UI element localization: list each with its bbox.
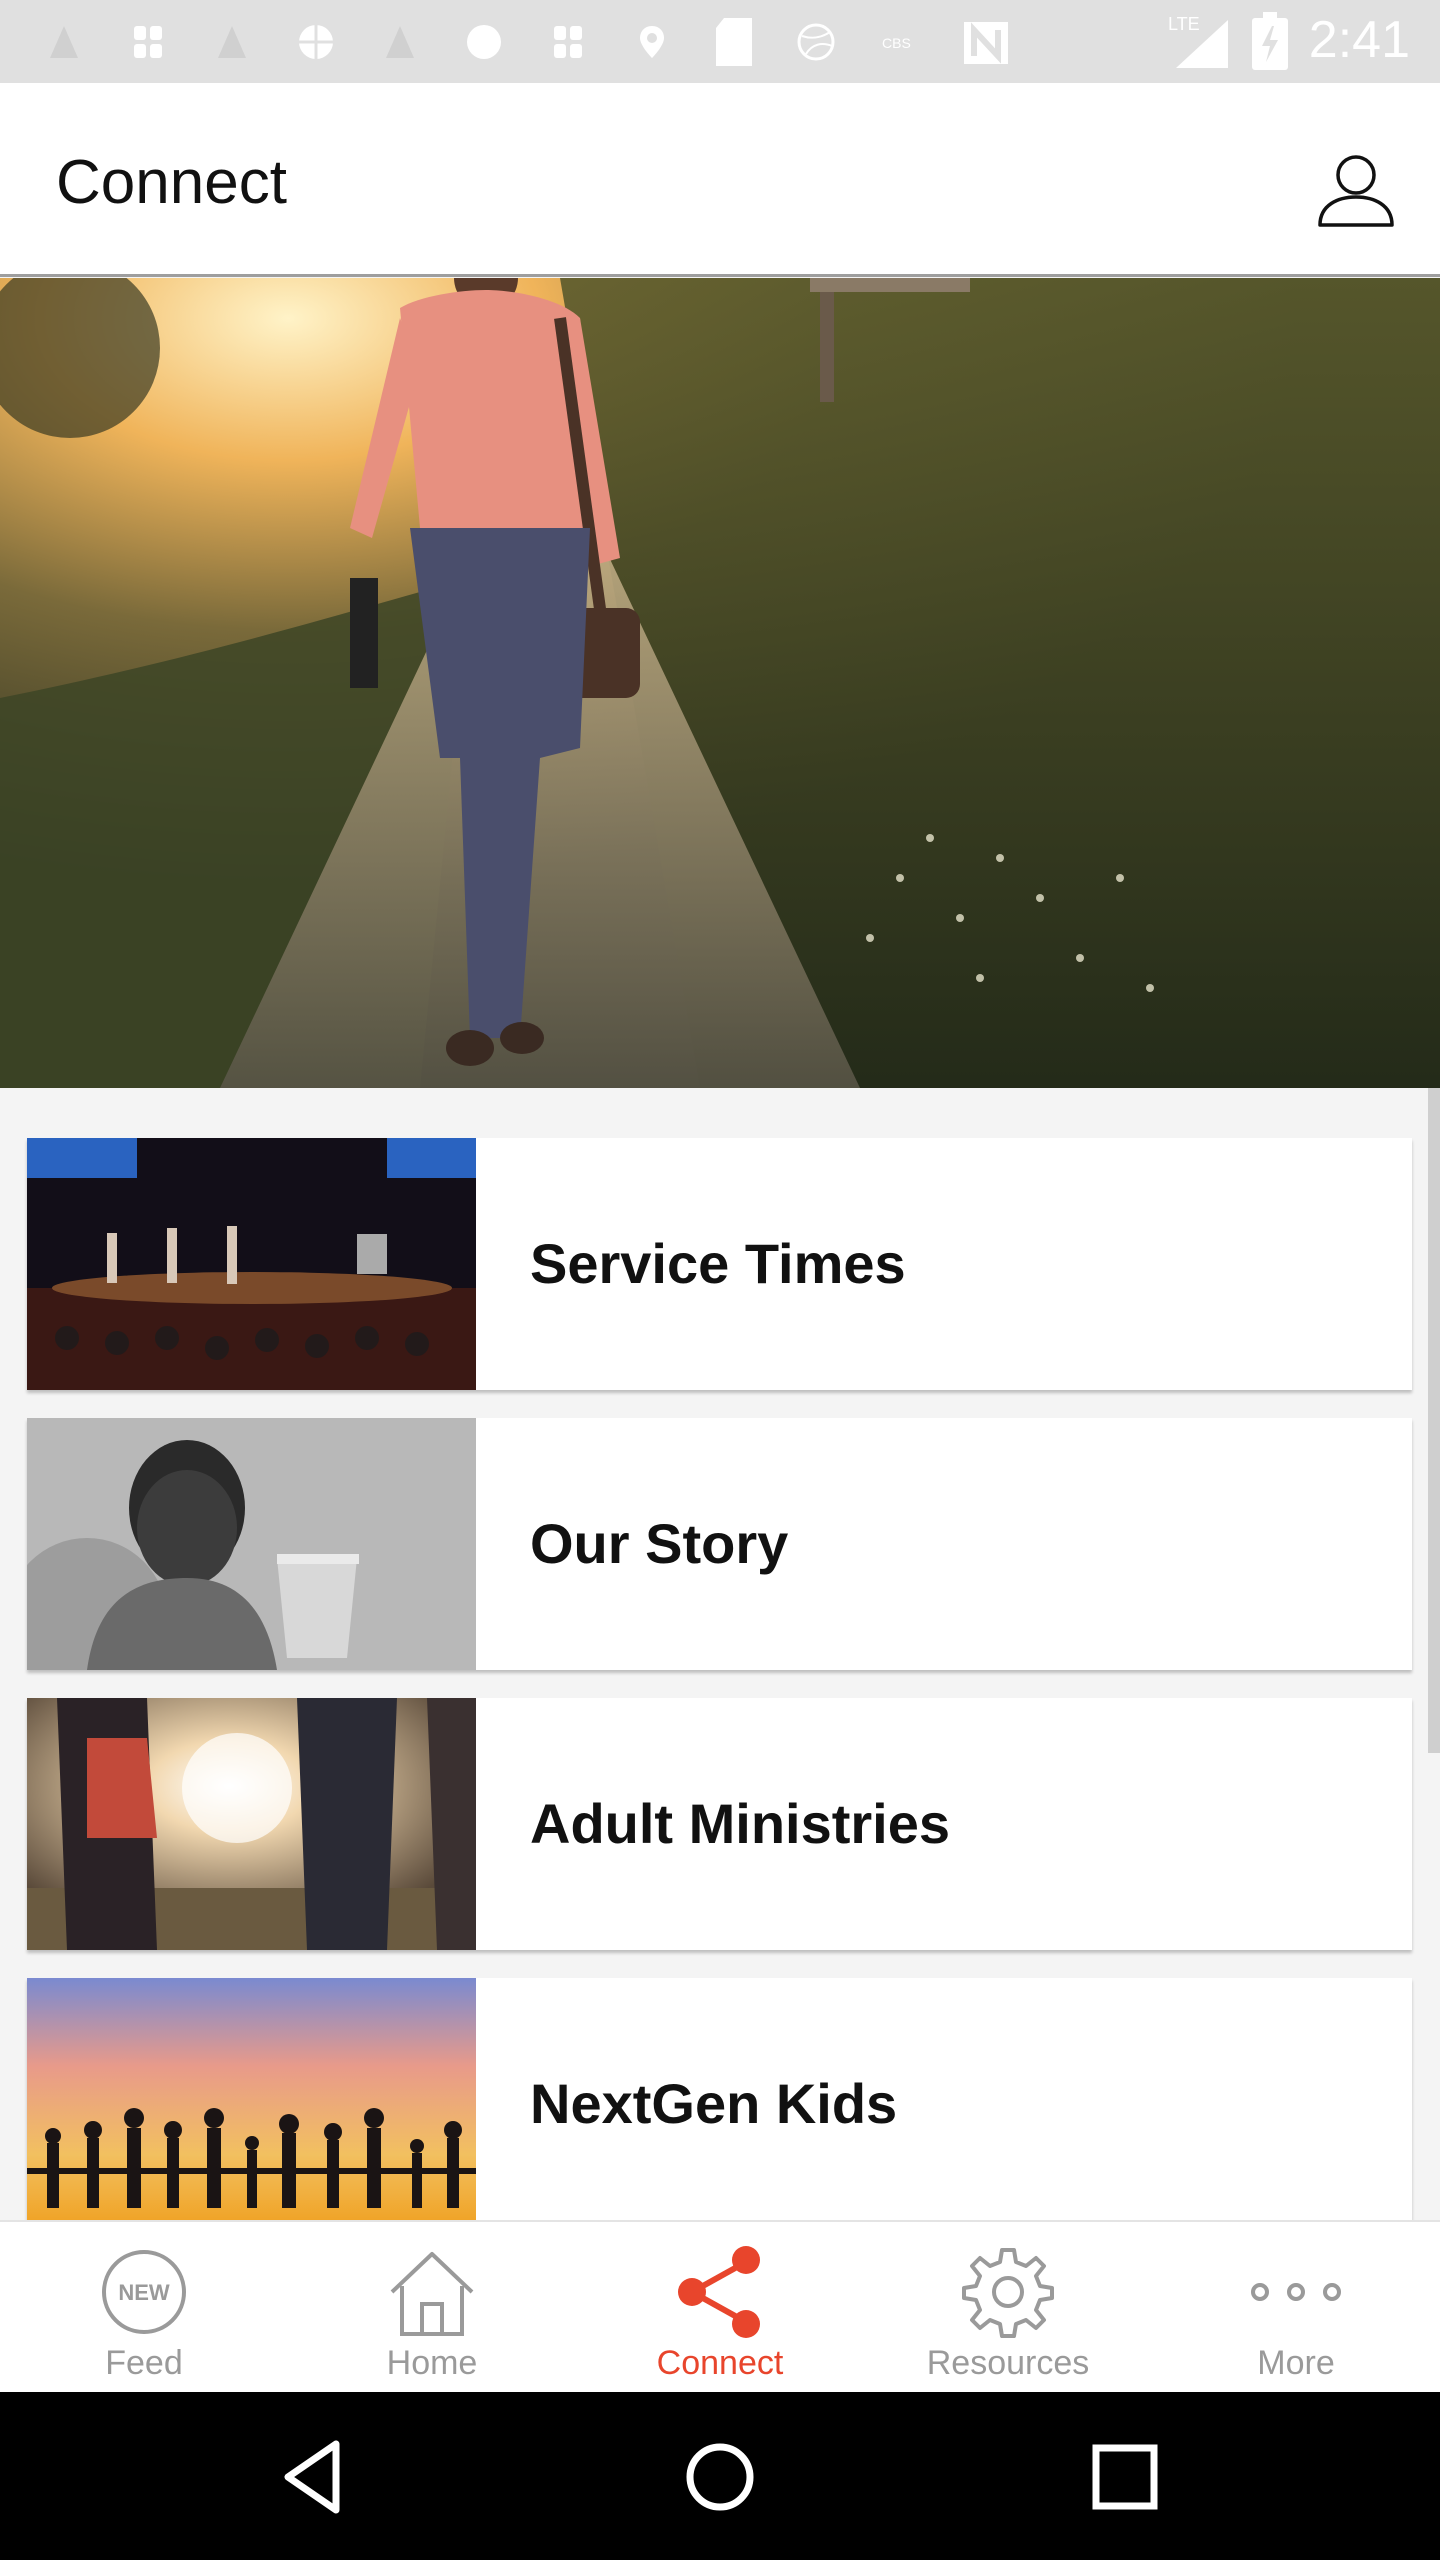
svg-text:NEW: NEW — [118, 2280, 170, 2305]
app-e-icon — [386, 26, 414, 58]
nav-resources[interactable]: Resources — [864, 2222, 1152, 2394]
home-icon — [390, 2252, 474, 2336]
card-our-story[interactable]: Our Story — [27, 1418, 1412, 1670]
share-icon — [678, 2246, 760, 2338]
status-time: 2:41 — [1308, 11, 1410, 69]
more-dots-icon — [1251, 2283, 1341, 2301]
connect-list: Service Times Our Story Adult Ministries… — [0, 1088, 1440, 2220]
home-circle-icon[interactable] — [675, 2432, 765, 2522]
page-title: Connect — [56, 148, 287, 217]
status-bar: CBS LTE 2:41 — [0, 0, 1440, 83]
silhouettes-sunset-image — [27, 1978, 476, 2220]
nav-label: Resources — [926, 2344, 1090, 2382]
n-icon — [964, 22, 1008, 64]
app-g-icon — [554, 26, 582, 58]
circle-icon — [467, 25, 501, 59]
hero-image — [0, 278, 1440, 1088]
profile-icon[interactable] — [1316, 149, 1396, 229]
nav-label: Connect — [656, 2344, 784, 2382]
recents-icon[interactable] — [1080, 2432, 1170, 2522]
card-label: NextGen Kids — [530, 2072, 898, 2135]
card-nextgen-kids[interactable]: NextGen Kids — [27, 1978, 1412, 2220]
church-worship-stage-image — [27, 1138, 476, 1390]
nav-more[interactable]: More — [1152, 2222, 1440, 2394]
card-service-times[interactable]: Service Times — [27, 1138, 1412, 1390]
man-walking-path-image — [0, 278, 1440, 1088]
card-adult-ministries[interactable]: Adult Ministries — [27, 1698, 1412, 1950]
battery-charging-icon — [1252, 12, 1288, 70]
app-bar: Connect — [0, 83, 1440, 277]
system-navigation-bar — [0, 2392, 1440, 2560]
sd-card-icon — [716, 18, 752, 66]
dribbble-icon — [797, 23, 835, 61]
app-b-icon — [134, 26, 162, 58]
basketball-icon — [299, 25, 333, 59]
nav-connect[interactable]: Connect — [576, 2222, 864, 2394]
nav-label: Home — [386, 2344, 478, 2382]
location-icon — [640, 26, 664, 58]
app-c-icon — [218, 26, 246, 58]
card-label: Our Story — [530, 1512, 789, 1575]
back-icon[interactable] — [270, 2432, 360, 2522]
nav-label: Feed — [105, 2344, 183, 2382]
bottom-navigation: NEW Feed Home Connect Resources More — [0, 2220, 1440, 2392]
nav-label: More — [1257, 2344, 1335, 2382]
holding-hands-sunset-image — [27, 1698, 476, 1950]
scrollbar[interactable] — [1428, 1088, 1440, 1753]
child-with-cup-bw-image — [27, 1418, 476, 1670]
nav-home[interactable]: Home — [288, 2222, 576, 2394]
nav-feed[interactable]: NEW Feed — [0, 2222, 288, 2394]
card-label: Service Times — [530, 1232, 906, 1295]
card-label: Adult Ministries — [530, 1792, 951, 1855]
svg-text:CBS: CBS — [882, 35, 911, 51]
signal-icon — [1176, 20, 1228, 68]
new-badge-icon: NEW — [102, 2250, 186, 2334]
app-a-icon — [50, 26, 78, 58]
cbs-icon: CBS — [882, 35, 911, 51]
gear-icon — [962, 2248, 1054, 2338]
